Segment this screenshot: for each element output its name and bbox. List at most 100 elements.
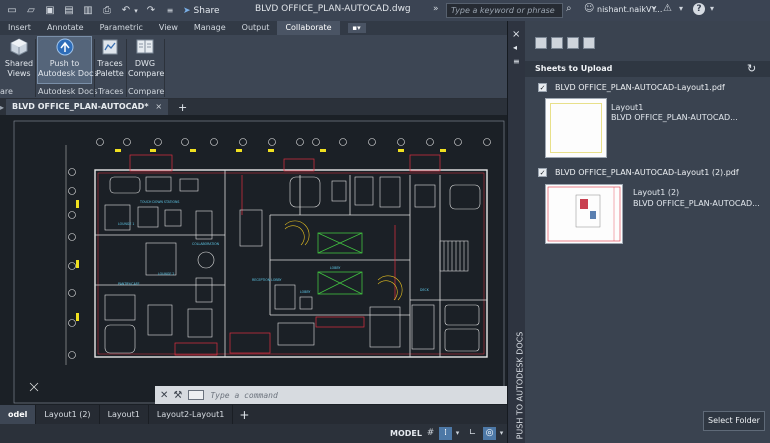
document-title: BLVD OFFICE_PLAN-AUTOCAD.dwg [255,4,411,14]
pin-icon[interactable]: ◂ [513,43,517,52]
svg-text:COLLABORATION: COLLABORATION [192,242,220,246]
polar-tracking-icon[interactable]: ◎ [483,427,496,440]
snap-grid-icon[interactable]: ⁞ [439,427,452,440]
layout-tabs: odel Layout1 (2) Layout1 Layout2-Layout1… [0,405,507,424]
sheets-header-title: Sheets to Upload [535,64,613,73]
sheet-checkbox[interactable]: ✓ [538,83,547,92]
push-docs-label: Push to Autodesk Docs [38,59,98,78]
add-sheets-icon[interactable] [535,37,547,49]
new-tab-button[interactable]: + [178,101,187,114]
ribbon-minimize-button[interactable]: ▪▾ [347,23,366,33]
search-icon[interactable]: ⌕ [566,3,572,14]
tab-layout1-2[interactable]: Layout1 (2) [36,405,100,424]
tab-collaborate[interactable]: Collaborate [277,21,340,35]
save-icon[interactable]: ▣ [43,4,57,17]
sheet-drawing-name: BLVD OFFICE_PLAN-AUTOCAD... [611,113,738,122]
dwg-compare-label: DWG Compare [128,59,165,78]
status-bar: MODEL # ⁞ ▾ ∟ ◎ ▾ ✕ [0,424,525,443]
undo-dropdown-icon[interactable]: ▾ [133,4,139,17]
close-icon[interactable]: × [155,102,162,111]
red-partitions [129,154,441,356]
chevron-down-icon[interactable]: ▾ [679,4,683,13]
user-icon[interactable]: ☺ [584,3,594,14]
command-input[interactable]: Type a command [210,391,277,400]
sheet-drawing-name: BLVD OFFICE_PLAN-AUTOCAD... [633,199,760,208]
tab-parametric[interactable]: Parametric [92,21,151,35]
palette-menu-icon[interactable]: ≡ [513,57,520,66]
sheet-layout-name: Layout1 [611,103,644,112]
tab-view[interactable]: View [151,21,186,35]
open-file-icon[interactable]: ▭ [5,4,19,17]
close-icon[interactable]: × [512,29,520,40]
drawing-canvas[interactable]: TOUCH DOWN STATIONS LOUNGE 1 COLLABORATIO… [0,115,507,405]
search-arrow-icon[interactable]: » [433,4,439,14]
sheet-thumbnail [545,98,607,158]
chevron-down-icon[interactable]: ▾ [498,427,505,440]
open-folder-icon[interactable]: ▱ [24,4,38,17]
interior-walls [95,170,487,357]
ribbon-separator [164,39,165,97]
chevron-down-icon[interactable]: ▾ [454,427,461,440]
close-icon[interactable]: ✕ [160,390,168,401]
save-as-icon[interactable]: ▤ [62,4,76,17]
save-list-icon[interactable] [583,37,595,49]
chevron-down-icon[interactable]: ▾ [710,4,714,13]
grid-bubbles-top [96,138,491,146]
tab-model[interactable]: odel [0,405,37,424]
web-mobile-icon[interactable]: ▥ [81,4,95,17]
autocad-window: ▭ ▱ ▣ ▤ ▥ ⎙ ↶ ▾ ↷ ≡ ➤ Share BLVD OFFICE_… [0,0,770,443]
svg-text:LOUNGE 1: LOUNGE 1 [118,222,134,226]
shared-views-button[interactable]: Shared Views [4,37,34,79]
grid-icon[interactable]: # [424,427,437,440]
help-icon[interactable]: ? [693,3,705,15]
remove-sheets-icon[interactable] [551,37,563,49]
refresh-icon[interactable]: ↻ [747,62,756,75]
search-input[interactable]: Type a keyword or phrase [446,3,563,18]
tab-layout2-layout1[interactable]: Layout2-Layout1 [149,405,234,424]
dwg-compare-button[interactable]: DWG Compare [128,37,165,79]
upload-icon[interactable] [567,37,579,49]
svg-text:PANTRY/CAFE: PANTRY/CAFE [118,282,140,286]
wrench-icon[interactable]: ⚒ [173,390,182,401]
tab-insert[interactable]: Insert [0,21,39,35]
traces-palette-button[interactable]: Traces Palette [95,37,125,79]
new-layout-button[interactable]: + [239,408,249,422]
print-icon[interactable]: ⎙ [100,4,114,17]
sheet-name[interactable]: BLVD OFFICE_PLAN-AUTOCAD-Layout1 (2).pdf [555,168,739,177]
share-icon: ➤ [183,5,191,16]
push-to-autodesk-docs-button[interactable]: Push to Autodesk Docs [37,36,98,84]
panel-label-traces: Traces [98,87,124,96]
floor-plan-drawing: TOUCH DOWN STATIONS LOUNGE 1 COLLABORATIO… [13,120,505,404]
ortho-icon[interactable]: ∟ [466,427,479,440]
grid-bubbles-left [68,168,76,359]
tab-annotate[interactable]: Annotate [39,21,92,35]
file-tab-label: BLVD OFFICE_PLAN-AUTOCAD* [12,102,149,111]
sheet-name[interactable]: BLVD OFFICE_PLAN-AUTOCAD-Layout1.pdf [555,83,725,92]
undo-icon[interactable]: ↶ [119,4,133,17]
compare-icon [136,39,154,54]
crosshair-cursor [29,382,39,392]
shared-views-label: Shared Views [4,59,34,78]
palette-title-strip: × ◂ ≡ PUSH TO AUTODESK DOCS [507,21,525,443]
sheet-layout-name: Layout1 (2) [633,188,680,197]
autodesk-app-icon[interactable]: ⚠ [663,3,672,14]
file-tab-active[interactable]: BLVD OFFICE_PLAN-AUTOCAD* × [6,99,169,115]
tab-layout1[interactable]: Layout1 [100,405,149,424]
sheet-thumbnail [545,184,623,244]
customize-dropdown-icon[interactable]: ≡ [163,4,177,17]
select-folder-button[interactable]: Select Folder [703,411,765,431]
model-space-toggle[interactable]: MODEL [390,429,422,438]
svg-text:DECK: DECK [420,288,430,292]
tab-manage[interactable]: Manage [186,21,234,35]
panel-label-compare: Compare [128,87,165,96]
recent-commands-dropdown[interactable] [188,390,205,400]
sheet-checkbox[interactable]: ✓ [538,168,547,177]
ribbon-panel: Shared Views Push to Autodesk Docs Trace… [0,35,507,99]
share-button[interactable]: ➤ Share [183,6,220,16]
chevron-down-icon[interactable]: ▾ [652,4,656,13]
ribbon-separator [126,39,127,97]
palette-title: PUSH TO AUTODESK DOCS [515,331,525,440]
svg-text:LOBBY: LOBBY [330,266,340,270]
redo-icon[interactable]: ↷ [144,4,158,17]
tab-output[interactable]: Output [234,21,278,35]
